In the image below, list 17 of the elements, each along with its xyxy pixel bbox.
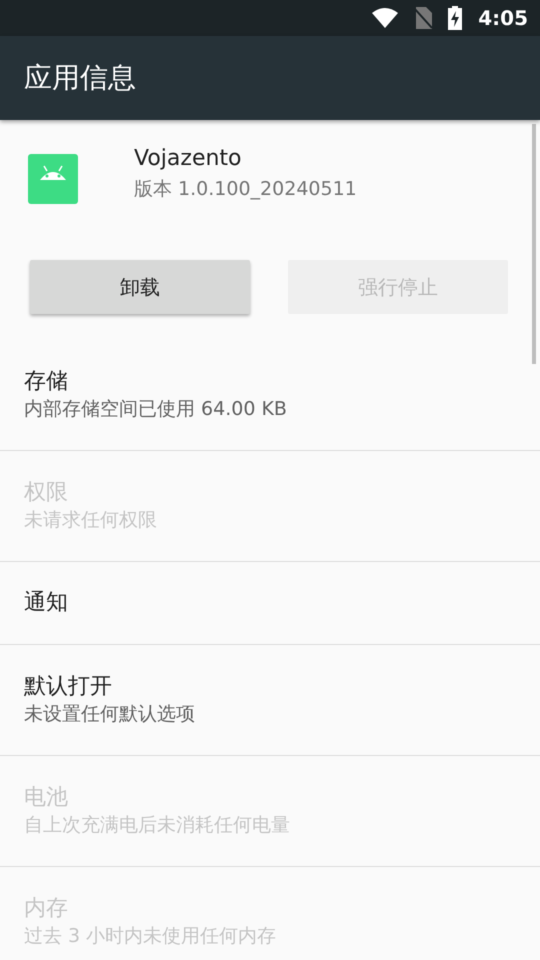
settings-item[interactable]: 通知 [0,562,540,645]
wifi-icon [372,8,398,28]
item-summary: 未设置任何默认选项 [24,702,196,728]
item-title: 存储 [24,368,69,396]
uninstall-button[interactable]: 卸载 [30,260,250,314]
settings-item[interactable]: 存储 内部存储空间已使用 64.00 KB [0,340,540,451]
android-app-icon [28,154,78,204]
item-summary: 内部存储空间已使用 64.00 KB [24,397,288,422]
no-sim-icon [414,7,432,29]
settings-item[interactable]: 默认打开 未设置任何默认选项 [0,645,540,756]
item-title: 通知 [24,589,69,618]
app-version: 版本 1.0.100_20240511 [134,177,357,202]
battery-charging-icon [448,6,462,30]
app-name: Vojazento [134,145,243,173]
item-title: 默认打开 [24,673,113,702]
screen-title: 应用信息 [24,60,136,96]
clock-time: 4:05 [478,5,528,32]
